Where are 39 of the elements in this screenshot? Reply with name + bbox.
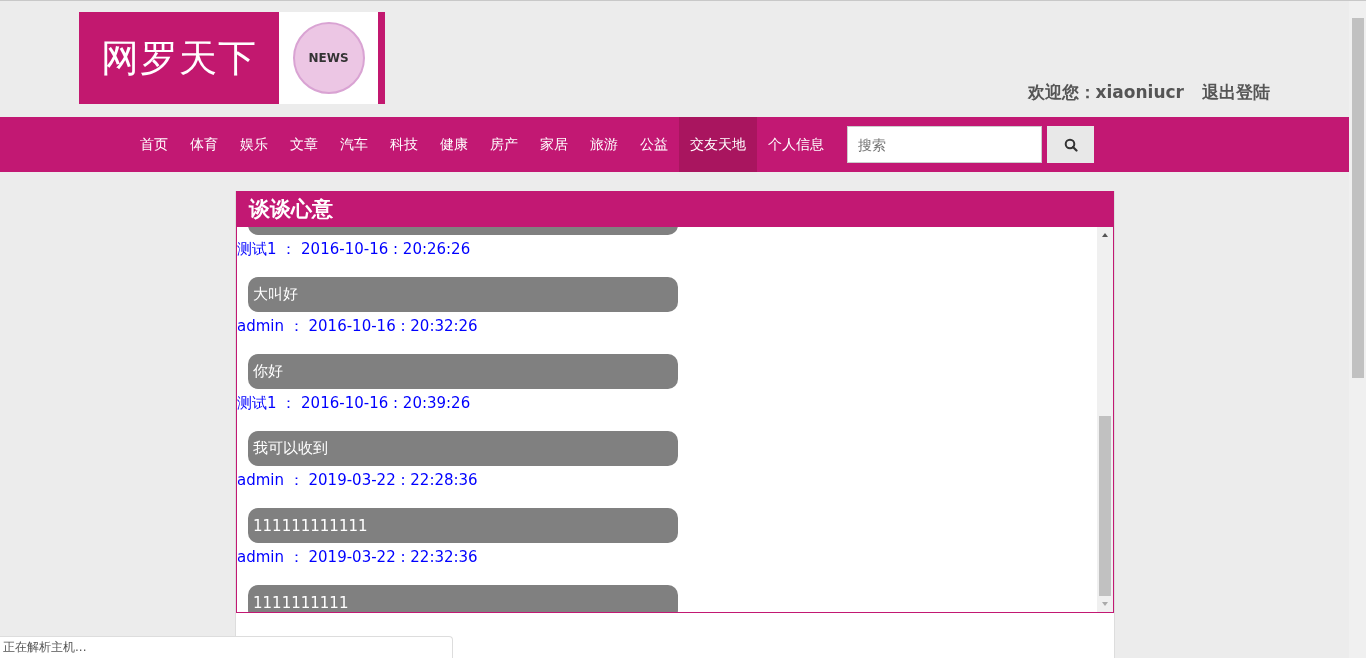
- message-meta: admin ： 2016-10-16 : 20:32:26: [237, 317, 479, 336]
- nav-item[interactable]: 交友天地: [679, 117, 757, 172]
- search-icon: [1063, 137, 1078, 152]
- message-bubble: 我可以收到: [248, 431, 678, 466]
- scroll-up-icon[interactable]: [1102, 233, 1108, 237]
- message-bubble: 111111111111: [248, 508, 678, 543]
- message-meta: 测试1 ： 2016-10-16 : 20:26:26: [237, 240, 472, 259]
- message-meta: admin ： 2019-03-22 : 22:28:36: [237, 471, 479, 490]
- page-scroll-thumb[interactable]: [1351, 18, 1364, 378]
- page-scrollbar[interactable]: [1349, 1, 1366, 658]
- message-bubble: 你好: [248, 354, 678, 389]
- message-bubble: 大叫好: [248, 277, 678, 312]
- status-bar: 正在解析主机...: [0, 636, 453, 658]
- message-bubble: 1111111111: [248, 585, 678, 612]
- message-meta: admin ： 2019-03-22 : 22:32:36: [237, 548, 479, 567]
- nav-item[interactable]: 健康: [429, 117, 479, 172]
- logo-title: 网罗天下: [101, 34, 257, 82]
- logout-link[interactable]: 退出登陆: [1202, 81, 1270, 104]
- nav-item[interactable]: 体育: [179, 117, 229, 172]
- panel-title: 谈谈心意: [249, 196, 333, 223]
- news-badge: NEWS: [292, 22, 365, 94]
- nav-item[interactable]: 旅游: [579, 117, 629, 172]
- nav-item[interactable]: 公益: [629, 117, 679, 172]
- scrollbar[interactable]: [1097, 227, 1113, 612]
- scroll-down-icon[interactable]: [1102, 602, 1108, 606]
- nav-item[interactable]: 科技: [379, 117, 429, 172]
- welcome-text: 欢迎您：xiaoniucr: [1027, 81, 1184, 104]
- site-logo[interactable]: 网罗天下 NEWS: [79, 12, 385, 104]
- message-meta: 测试1 ： 2016-10-16 : 20:39:26: [237, 394, 472, 413]
- nav-item[interactable]: 汽车: [329, 117, 379, 172]
- nav-item[interactable]: 娱乐: [229, 117, 279, 172]
- nav-item[interactable]: 文章: [279, 117, 329, 172]
- search-field[interactable]: 搜索: [847, 126, 1042, 163]
- nav-item[interactable]: 房产: [479, 117, 529, 172]
- nav-item[interactable]: 家居: [529, 117, 579, 172]
- scroll-thumb[interactable]: [1099, 416, 1111, 596]
- nav-item[interactable]: 首页: [129, 117, 179, 172]
- search-button[interactable]: [1047, 126, 1094, 163]
- nav-item[interactable]: 个人信息: [757, 117, 835, 172]
